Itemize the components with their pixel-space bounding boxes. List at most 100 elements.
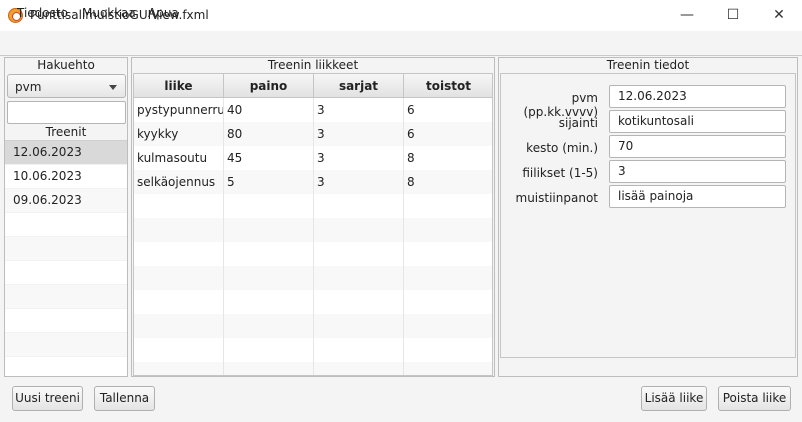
- empty-cell: [224, 266, 314, 290]
- empty-cell: [314, 314, 404, 338]
- moves-table[interactable]: liike paino sarjat toistot pystypunnerru…: [133, 73, 493, 376]
- empty-cell: [224, 338, 314, 362]
- empty-cell: [134, 290, 224, 314]
- feeling-label: fiilikset (1-5): [522, 166, 598, 180]
- empty-cell: [224, 314, 314, 338]
- location-label: sijainti: [558, 116, 598, 130]
- empty-list-row: [5, 237, 127, 261]
- menu-muokkaa[interactable]: Muokkaa: [82, 6, 136, 20]
- empty-list-row: [5, 261, 127, 285]
- empty-cell: [404, 338, 492, 362]
- cell-paino[interactable]: 45: [224, 146, 314, 170]
- empty-list-row: [5, 309, 127, 333]
- empty-list-row: [5, 333, 127, 357]
- feeling-field[interactable]: 3: [609, 160, 786, 183]
- empty-table-row: [134, 194, 492, 218]
- empty-cell: [224, 218, 314, 242]
- menu-bar: [0, 31, 802, 56]
- remove-move-button[interactable]: Poista liike: [718, 386, 791, 411]
- cell-liike[interactable]: kyykky: [134, 122, 224, 146]
- empty-list-row: [5, 285, 127, 309]
- empty-cell: [314, 194, 404, 218]
- empty-cell: [224, 362, 314, 375]
- cell-liike[interactable]: kulmasoutu: [134, 146, 224, 170]
- sort-criteria-select[interactable]: pvm: [7, 74, 126, 98]
- cell-toistot[interactable]: 6: [404, 98, 492, 122]
- empty-list-row: [5, 213, 127, 237]
- cell-paino[interactable]: 80: [224, 122, 314, 146]
- column-header-sarjat[interactable]: sarjat: [314, 74, 404, 98]
- empty-cell: [134, 338, 224, 362]
- chevron-down-icon: [109, 85, 117, 90]
- duration-field[interactable]: 70: [609, 135, 786, 158]
- empty-table-row: [134, 314, 492, 338]
- empty-cell: [404, 242, 492, 266]
- empty-cell: [134, 362, 224, 375]
- cell-sarjat[interactable]: 3: [314, 146, 404, 170]
- column-header-paino[interactable]: paino: [224, 74, 314, 98]
- maximize-button[interactable]: ☐: [710, 0, 756, 31]
- save-button[interactable]: Tallenna: [94, 386, 155, 411]
- add-move-button[interactable]: Lisää liike: [641, 386, 707, 411]
- cell-liike[interactable]: pystypunnerrus: [134, 98, 224, 122]
- menu-tiedosto[interactable]: Tiedosto: [17, 6, 68, 20]
- empty-cell: [224, 290, 314, 314]
- empty-cell: [314, 290, 404, 314]
- table-row[interactable]: kyykky 80 3 6: [134, 122, 492, 146]
- column-header-liike[interactable]: liike: [134, 74, 224, 98]
- cell-liike[interactable]: selkäojennus: [134, 170, 224, 194]
- workout-list[interactable]: 12.06.2023 10.06.2023 09.06.2023: [5, 140, 127, 381]
- cell-toistot[interactable]: 8: [404, 146, 492, 170]
- empty-cell: [404, 290, 492, 314]
- cell-paino[interactable]: 5: [224, 170, 314, 194]
- empty-cell: [134, 194, 224, 218]
- empty-cell: [404, 362, 492, 375]
- moves-title: Treenin liikkeet: [267, 58, 359, 72]
- table-row[interactable]: selkäojennus 5 3 8: [134, 170, 492, 194]
- sort-criteria-value: pvm: [15, 80, 42, 94]
- workout-list-item[interactable]: 10.06.2023: [5, 165, 127, 189]
- empty-table-row: [134, 362, 492, 375]
- workout-list-item[interactable]: 09.06.2023: [5, 189, 127, 213]
- workout-list-item[interactable]: 12.06.2023: [5, 141, 127, 165]
- search-input[interactable]: [7, 101, 126, 124]
- empty-cell: [314, 362, 404, 375]
- empty-table-row: [134, 266, 492, 290]
- empty-table-row: [134, 218, 492, 242]
- table-row[interactable]: kulmasoutu 45 3 8: [134, 146, 492, 170]
- empty-table-row: [134, 338, 492, 362]
- duration-label: kesto (min.): [526, 141, 598, 155]
- empty-table-row: [134, 242, 492, 266]
- cell-paino[interactable]: 40: [224, 98, 314, 122]
- empty-cell: [134, 266, 224, 290]
- empty-table-row: [134, 290, 492, 314]
- empty-cell: [224, 194, 314, 218]
- new-workout-button[interactable]: Uusi treeni: [12, 386, 83, 411]
- cell-sarjat[interactable]: 3: [314, 170, 404, 194]
- empty-cell: [404, 194, 492, 218]
- location-field[interactable]: kotikuntosali: [609, 110, 786, 133]
- workouts-title: Treenit: [45, 125, 87, 139]
- empty-cell: [224, 242, 314, 266]
- cell-toistot[interactable]: 6: [404, 122, 492, 146]
- empty-cell: [404, 266, 492, 290]
- notes-field[interactable]: lisää painoja: [609, 185, 786, 208]
- menu-apua[interactable]: Apua: [148, 6, 179, 20]
- cell-sarjat[interactable]: 3: [314, 98, 404, 122]
- date-field[interactable]: 12.06.2023: [609, 85, 786, 108]
- table-row[interactable]: pystypunnerrus 40 3 6: [134, 98, 492, 122]
- cell-toistot[interactable]: 8: [404, 170, 492, 194]
- empty-cell: [314, 242, 404, 266]
- cell-sarjat[interactable]: 3: [314, 122, 404, 146]
- empty-cell: [404, 314, 492, 338]
- empty-cell: [134, 218, 224, 242]
- close-button[interactable]: ✕: [756, 0, 802, 31]
- minimize-button[interactable]: —: [664, 0, 710, 31]
- empty-cell: [314, 266, 404, 290]
- search-criteria-title: Hakuehto: [37, 58, 95, 72]
- column-header-toistot[interactable]: toistot: [404, 74, 492, 98]
- empty-cell: [134, 314, 224, 338]
- date-label: pvm (pp.kk.vvvv): [523, 91, 598, 119]
- empty-cell: [314, 218, 404, 242]
- empty-cell: [314, 338, 404, 362]
